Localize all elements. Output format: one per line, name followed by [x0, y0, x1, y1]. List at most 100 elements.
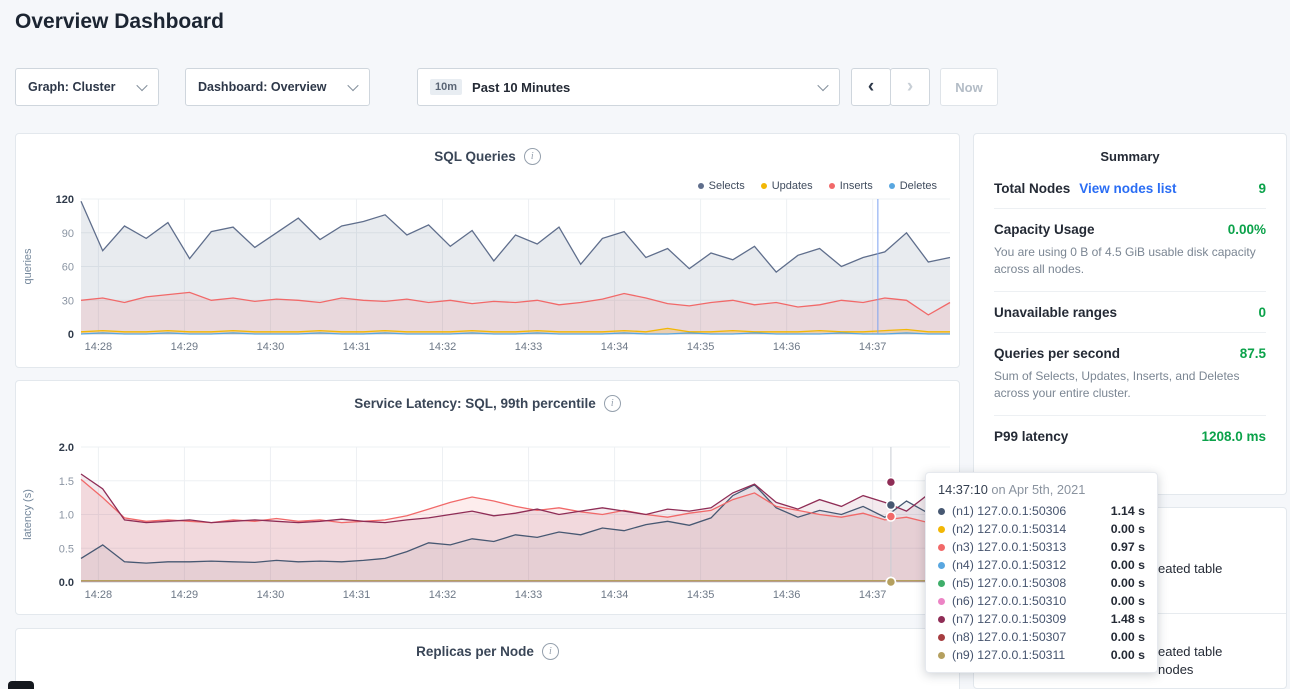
sql-queries-title-row: SQL Queries i [16, 148, 959, 165]
tooltip-row-n4: (n4) 127.0.0.1:50312 0.00 s [938, 556, 1145, 574]
legend-dot [761, 183, 767, 189]
svg-text:0: 0 [68, 329, 74, 341]
node-color-dot [938, 526, 945, 533]
total-nodes-value: 9 [1258, 181, 1266, 196]
svg-text:14:29: 14:29 [171, 341, 199, 353]
tooltip-row-n5: (n5) 127.0.0.1:50308 0.00 s [938, 574, 1145, 592]
dashboard-dropdown-label: Dashboard: Overview [198, 80, 327, 94]
service-latency-title-row: Service Latency: SQL, 99th percentile i [16, 395, 959, 412]
svg-text:14:33: 14:33 [515, 341, 543, 353]
tooltip-row-n3: (n3) 127.0.0.1:50313 0.97 s [938, 538, 1145, 556]
summary-body: Total Nodes View nodes list 9 Capacity U… [974, 168, 1286, 456]
overview-dashboard-page: Overview Dashboard Graph: Cluster Dashbo… [0, 0, 1290, 689]
svg-text:14:34: 14:34 [601, 341, 629, 353]
svg-text:0.0: 0.0 [59, 577, 74, 589]
svg-text:30: 30 [62, 295, 74, 307]
sql-queries-panel: SQL Queries i Selects Updates Inserts De… [15, 133, 960, 368]
svg-text:14:37: 14:37 [859, 341, 887, 353]
svg-text:120: 120 [56, 194, 74, 206]
summary-row-total-nodes: Total Nodes View nodes list 9 [994, 168, 1266, 209]
latency-hover-tooltip: 14:37:10 on Apr 5th, 2021 (n1) 127.0.0.1… [925, 472, 1158, 673]
svg-text:14:36: 14:36 [773, 341, 801, 353]
chevron-down-icon [136, 80, 147, 91]
debug-chip[interactable] [8, 681, 34, 689]
svg-text:90: 90 [62, 228, 74, 240]
dashboard-dropdown[interactable]: Dashboard: Overview [185, 68, 370, 106]
svg-text:60: 60 [62, 262, 74, 274]
node-color-dot [938, 652, 945, 659]
chevron-down-icon [347, 80, 358, 91]
svg-text:14:32: 14:32 [429, 589, 457, 601]
tooltip-row-n2: (n2) 127.0.0.1:50314 0.00 s [938, 520, 1145, 538]
svg-text:14:28: 14:28 [85, 341, 113, 353]
node-color-dot [938, 616, 945, 623]
time-range-label: Past 10 Minutes [472, 80, 570, 95]
svg-text:14:34: 14:34 [601, 589, 629, 601]
service-latency-panel: Service Latency: SQL, 99th percentile i … [15, 380, 960, 615]
event-text-fragment: eated table [1158, 561, 1222, 576]
tooltip-date: on Apr 5th, 2021 [991, 482, 1085, 497]
summary-panel: Summary Total Nodes View nodes list 9 Ca… [973, 133, 1287, 495]
svg-text:14:33: 14:33 [515, 589, 543, 601]
unavailable-ranges-value: 0 [1258, 305, 1266, 320]
chevron-left-icon: ‹ [868, 76, 874, 98]
graph-dropdown-label: Graph: Cluster [28, 80, 116, 94]
legend-dot [829, 183, 835, 189]
svg-text:1.5: 1.5 [59, 476, 74, 488]
replicas-title-row: Replicas per Node i [16, 643, 959, 660]
tooltip-row-n8: (n8) 127.0.0.1:50307 0.00 s [938, 628, 1145, 646]
tooltip-time: 14:37:10 [938, 482, 988, 497]
p99-latency-value: 1208.0 ms [1201, 429, 1266, 444]
svg-text:14:28: 14:28 [85, 589, 113, 601]
summary-row-queries-per-second: Queries per second 87.5 Sum of Selects, … [994, 333, 1266, 416]
svg-text:14:30: 14:30 [257, 341, 285, 353]
tooltip-row-n6: (n6) 127.0.0.1:50310 0.00 s [938, 592, 1145, 610]
time-next-button[interactable]: › [890, 68, 930, 106]
info-icon[interactable]: i [604, 395, 621, 412]
svg-text:2.0: 2.0 [59, 442, 74, 454]
graph-dropdown[interactable]: Graph: Cluster [15, 68, 159, 106]
summary-row-capacity-usage: Capacity Usage 0.00% You are using 0 B o… [994, 209, 1266, 292]
svg-text:queries: queries [22, 248, 34, 285]
svg-text:14:37: 14:37 [859, 589, 887, 601]
now-button[interactable]: Now [940, 68, 998, 106]
queries-per-second-value: 87.5 [1240, 346, 1266, 361]
svg-text:0.5: 0.5 [59, 543, 74, 555]
chart-title: SQL Queries [434, 149, 516, 164]
view-nodes-list-link[interactable]: View nodes list [1079, 181, 1176, 196]
service-latency-chart[interactable]: 14:2814:2914:3014:3114:3214:3314:3414:35… [17, 439, 958, 609]
tooltip-row-n7: (n7) 127.0.0.1:50309 1.48 s [938, 610, 1145, 628]
chart-title: Replicas per Node [416, 644, 534, 659]
sql-queries-chart[interactable]: 14:2814:2914:3014:3114:3214:3314:3414:35… [17, 191, 958, 361]
node-color-dot [938, 544, 945, 551]
legend-dot [889, 183, 895, 189]
time-prev-button[interactable]: ‹ [851, 68, 891, 106]
summary-row-unavailable-ranges: Unavailable ranges 0 [994, 292, 1266, 333]
summary-title: Summary [974, 149, 1286, 164]
svg-text:14:36: 14:36 [773, 589, 801, 601]
time-range-picker[interactable]: 10m Past 10 Minutes [417, 68, 840, 106]
node-color-dot [938, 580, 945, 587]
event-text-fragment: nodes [1158, 662, 1193, 677]
tooltip-row-n9: (n9) 127.0.0.1:50311 0.00 s [938, 646, 1145, 664]
chevron-right-icon: › [907, 76, 913, 98]
summary-row-p99-latency: P99 latency 1208.0 ms [994, 416, 1266, 456]
capacity-usage-description: You are using 0 B of 4.5 GiB usable disk… [994, 244, 1266, 279]
event-text-fragment: eated table [1158, 644, 1222, 659]
svg-text:latency (s): latency (s) [22, 489, 34, 540]
svg-text:14:31: 14:31 [343, 589, 371, 601]
legend-dot [698, 183, 704, 189]
info-icon[interactable]: i [524, 148, 541, 165]
svg-text:14:35: 14:35 [687, 589, 715, 601]
page-title: Overview Dashboard [15, 10, 224, 34]
chevron-down-icon [817, 80, 828, 91]
chart-title: Service Latency: SQL, 99th percentile [354, 396, 596, 411]
svg-text:14:32: 14:32 [429, 341, 457, 353]
toolbar: Graph: Cluster Dashboard: Overview 10m P… [15, 68, 1290, 106]
info-icon[interactable]: i [542, 643, 559, 660]
node-color-dot [938, 562, 945, 569]
svg-text:14:29: 14:29 [171, 589, 199, 601]
tooltip-row-n1: (n1) 127.0.0.1:50306 1.14 s [938, 502, 1145, 520]
node-color-dot [938, 634, 945, 641]
svg-text:14:35: 14:35 [687, 341, 715, 353]
